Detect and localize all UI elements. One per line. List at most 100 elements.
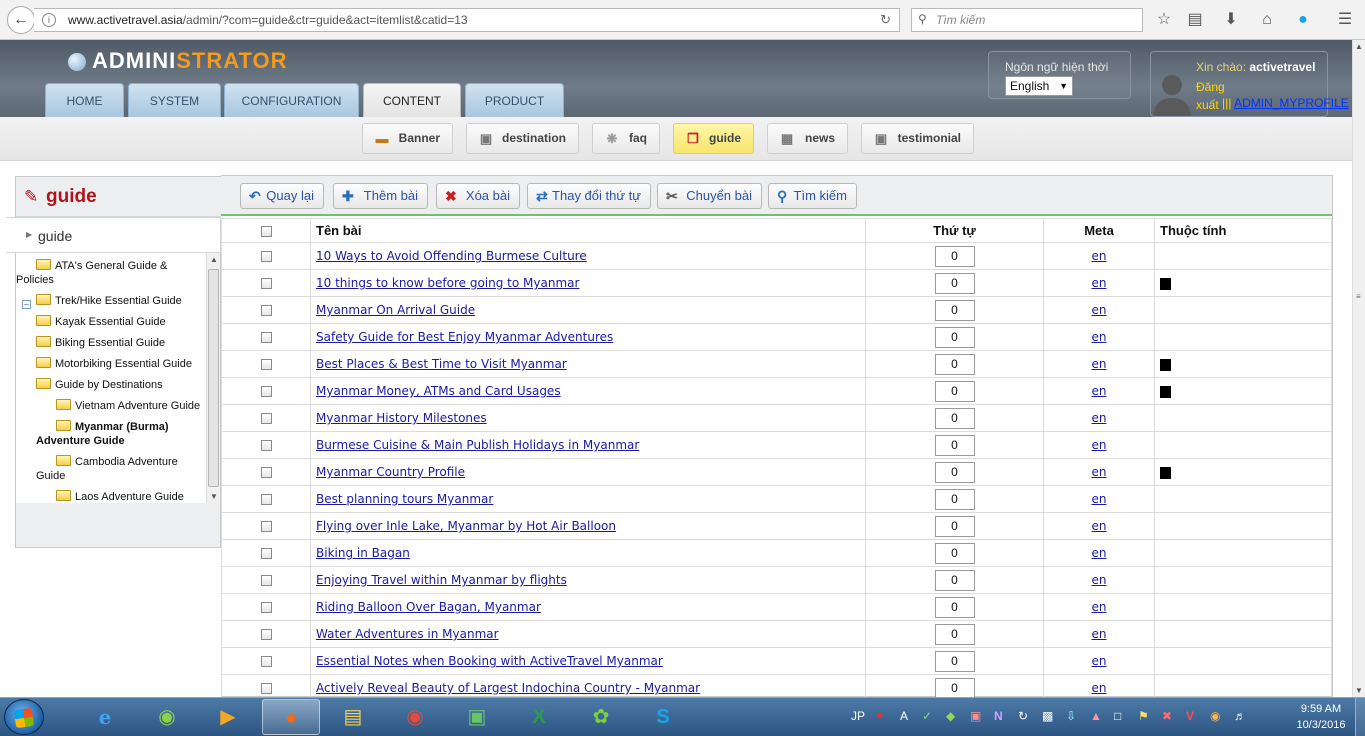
meta-link[interactable]: en [1092, 654, 1107, 668]
firefox-icon[interactable]: ● [262, 699, 320, 735]
tree-item[interactable]: Cambodia Adventure Guide [36, 455, 196, 483]
tray-orange-icon[interactable]: ◉ [1210, 708, 1220, 724]
post-title-link[interactable]: Enjoying Travel within Myanmar by flight… [316, 573, 567, 587]
post-title-link[interactable]: Safety Guide for Best Enjoy Myanmar Adve… [316, 330, 613, 344]
scroll-down-icon[interactable]: ▼ [210, 492, 218, 501]
tab-system[interactable]: SYSTEM [128, 83, 221, 117]
subnav-banner[interactable]: ▬ Banner [362, 123, 453, 154]
row-checkbox[interactable] [260, 413, 272, 425]
order-input[interactable]: 0 [934, 488, 975, 510]
tree-item[interactable]: Kayak Essential Guide [36, 315, 166, 329]
scroll-thumb[interactable] [208, 269, 219, 487]
meta-link[interactable]: en [1092, 492, 1107, 506]
post-title-link[interactable]: 10 Ways to Avoid Offending Burmese Cultu… [316, 249, 587, 263]
order-input[interactable]: 0 [934, 245, 975, 267]
attribute-flag-icon[interactable] [1160, 466, 1171, 479]
post-title-link[interactable]: Actively Reveal Beauty of Largest Indoch… [316, 681, 700, 695]
subnav-testimonial[interactable]: ▣ testimonial [861, 123, 974, 154]
row-checkbox[interactable] [260, 440, 272, 452]
meta-link[interactable]: en [1092, 303, 1107, 317]
meta-link[interactable]: en [1092, 438, 1107, 452]
system-clock[interactable]: 9:59 AM 10/3/2016 [1290, 701, 1352, 733]
screenshot-tool-icon[interactable]: ▣ [448, 699, 506, 735]
order-input[interactable]: 0 [934, 542, 975, 564]
post-title-link[interactable]: Best planning tours Myanmar [316, 492, 493, 506]
tree-item[interactable]: ATA's General Guide & Policies [16, 259, 196, 287]
add-post-button[interactable]: ✚ Thêm bài [333, 183, 428, 209]
tray-shield-icon[interactable]: ◆ [946, 708, 955, 724]
meta-link[interactable]: en [1092, 519, 1107, 533]
site-info-icon[interactable]: i [42, 13, 56, 27]
tray-antivirus-icon[interactable]: ♥ [876, 708, 883, 724]
subnav-faq[interactable]: ❋ faq [592, 123, 660, 154]
menu-icon[interactable]: ☰ [1334, 9, 1356, 31]
post-title-link[interactable]: Myanmar Money, ATMs and Card Usages [316, 384, 561, 398]
scroll-up-icon[interactable]: ▲ [1355, 42, 1363, 51]
tree-item[interactable]: Biking Essential Guide [36, 336, 165, 350]
meta-link[interactable]: en [1092, 249, 1107, 263]
order-input[interactable]: 0 [934, 569, 975, 591]
meta-link[interactable]: en [1092, 357, 1107, 371]
post-title-link[interactable]: Water Adventures in Myanmar [316, 627, 499, 641]
search-posts-button[interactable]: ⚲ Tìm kiếm [768, 183, 857, 209]
tree-item[interactable]: Guide by Destinations [36, 378, 163, 392]
post-title-link[interactable]: Myanmar Country Profile [316, 465, 465, 479]
order-input[interactable]: 0 [934, 353, 975, 375]
row-checkbox[interactable] [260, 602, 272, 614]
tree-item[interactable]: Motorbiking Essential Guide [36, 357, 192, 371]
show-desktop-button[interactable] [1355, 698, 1365, 736]
back-action-button[interactable]: ↶ Quay lại [240, 183, 324, 209]
address-bar[interactable]: i www.activetravel.asia/admin/?com=guide… [34, 8, 900, 32]
tray-check-icon[interactable]: ✓ [922, 708, 932, 724]
volume-icon[interactable]: ♬ [1234, 708, 1246, 724]
browser-search-input[interactable]: ⚲ Tìm kiếm [911, 8, 1143, 32]
move-post-button[interactable]: ✂ Chuyển bài [657, 183, 762, 209]
tray-update-icon[interactable]: ⇩ [1066, 708, 1076, 724]
row-checkbox[interactable] [260, 467, 272, 479]
page-scrollbar[interactable]: ▲ ≡ ▼ [1352, 40, 1365, 697]
order-input[interactable]: 0 [934, 434, 975, 456]
sidebar-root-item[interactable]: ▶ guide [6, 217, 221, 253]
row-checkbox[interactable] [260, 683, 272, 695]
reload-icon[interactable]: ↻ [880, 12, 891, 28]
post-title-link[interactable]: Riding Balloon Over Bagan, Myanmar [316, 600, 541, 614]
row-checkbox[interactable] [260, 359, 272, 371]
row-checkbox[interactable] [260, 332, 272, 344]
row-checkbox[interactable] [260, 494, 272, 506]
tree-item[interactable]: Laos Adventure Guide [56, 490, 184, 503]
meta-link[interactable]: en [1092, 330, 1107, 344]
download-icon[interactable]: ⬇ [1220, 9, 1242, 31]
internet-explorer-icon[interactable]: e [76, 699, 134, 735]
tray-app-icon[interactable]: ▣ [970, 708, 981, 724]
language-select[interactable]: English ▼ [1005, 76, 1073, 96]
post-title-link[interactable]: Myanmar On Arrival Guide [316, 303, 475, 317]
media-player-icon[interactable]: ▶ [199, 699, 257, 735]
meta-link[interactable]: en [1092, 465, 1107, 479]
post-title-link[interactable]: Essential Notes when Booking with Active… [316, 654, 663, 668]
header-name[interactable]: Tên bài [310, 218, 866, 243]
excel-icon[interactable]: X [510, 699, 568, 735]
scroll-grip-icon[interactable]: ≡ [1356, 292, 1361, 301]
post-title-link[interactable]: Best Places & Best Time to Visit Myanmar [316, 357, 567, 371]
tray-v-icon[interactable]: V [1186, 708, 1194, 724]
row-checkbox[interactable] [260, 548, 272, 560]
delete-post-button[interactable]: ✖ Xóa bài [436, 183, 520, 209]
order-input[interactable]: 0 [934, 623, 975, 645]
order-input[interactable]: 0 [934, 272, 975, 294]
meta-link[interactable]: en [1092, 573, 1107, 587]
app-green-icon[interactable]: ◉ [138, 699, 196, 735]
order-input[interactable]: 0 [934, 515, 975, 537]
tree-item-selected[interactable]: Myanmar (Burma) Adventure Guide [36, 420, 204, 448]
meta-link[interactable]: en [1092, 600, 1107, 614]
row-checkbox[interactable] [260, 521, 272, 533]
tray-onenote-icon[interactable]: N [994, 708, 1003, 724]
home-icon[interactable]: ⌂ [1256, 9, 1278, 31]
back-button[interactable]: ← [7, 6, 35, 34]
meta-link[interactable]: en [1092, 546, 1107, 560]
meta-link[interactable]: en [1092, 681, 1107, 695]
tray-ime-icon[interactable]: A [900, 708, 908, 724]
tab-product[interactable]: PRODUCT [465, 83, 564, 117]
order-input[interactable]: 0 [934, 407, 975, 429]
order-input[interactable]: 0 [934, 380, 975, 402]
order-input[interactable]: 0 [934, 299, 975, 321]
